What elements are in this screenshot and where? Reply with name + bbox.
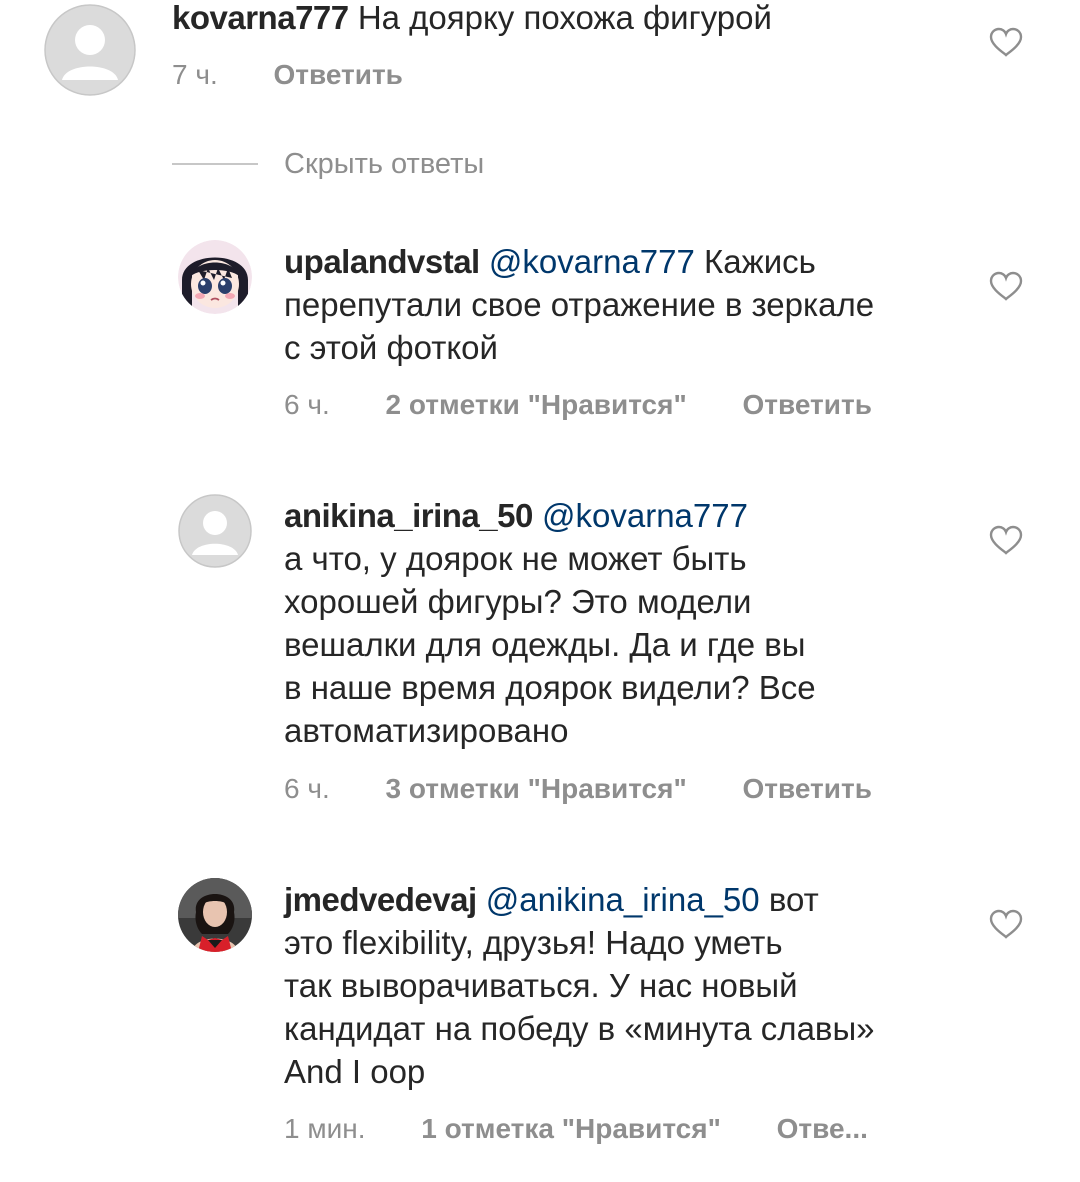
avatar[interactable] [178,878,252,952]
comments-thread: kovarna777 На доярку похожа фигурой 7 ч.… [0,0,1080,1182]
comment-text: так выворачиваться. У нас новый [284,967,798,1004]
username[interactable]: anikina_irina_50 [284,497,533,534]
comment-text: Кажись [704,243,816,280]
avatar[interactable] [178,494,252,568]
comment-text: перепутали свое отражение в зеркале [284,286,875,323]
comment-body: jmedvedevaj @anikina_irina_50 вот это fl… [284,878,875,1093]
comment-text: And I oop [284,1053,426,1090]
comment-meta: 1 мин. 1 отметка "Нравится" Отве... [284,1112,868,1146]
comment-text: автоматизировано [284,712,569,749]
heart-icon [989,909,1023,939]
comment-text: кандидат на победу в «минута славы» [284,1010,875,1047]
comment-text: вот [768,881,819,918]
avatar[interactable] [178,240,252,314]
timestamp: 7 ч. [172,59,218,90]
likes-count[interactable]: 1 отметка "Нравится" [421,1112,721,1146]
reply-button[interactable]: Ответить [743,772,872,806]
comment-body: anikina_irina_50 @kovarna777 а что, у до… [284,494,816,752]
avatar[interactable] [44,4,136,96]
reply-button[interactable]: Ответить [274,58,403,92]
like-button[interactable] [989,909,1023,939]
timestamp: 6 ч. [284,773,330,804]
default-avatar-icon [178,494,252,568]
like-button[interactable] [989,27,1023,57]
username[interactable]: upalandvstal [284,243,480,280]
comment-text: это flexibility, друзья! Надо уметь [284,924,783,961]
heart-icon [989,271,1023,301]
comment-text: На доярку похожа фигурой [357,0,772,36]
comment-text: с этой фоткой [284,329,498,366]
comment-meta: 7 ч. Ответить [172,58,403,92]
hide-replies-label[interactable]: Скрыть ответы [284,146,484,182]
timestamp: 1 мин. [284,1113,366,1144]
default-avatar-icon [44,4,136,96]
comment-body: upalandvstal @kovarna777 Кажись перепута… [284,240,874,369]
username[interactable]: jmedvedevaj [284,881,477,918]
like-button[interactable] [989,525,1023,555]
comment-body: kovarna777 На доярку похожа фигурой [172,0,772,39]
heart-icon [989,27,1023,57]
comment-text: а что, у доярок не может быть [284,540,747,577]
heart-icon [989,525,1023,555]
timestamp: 6 ч. [284,389,330,420]
reply-button[interactable]: Отве... [777,1112,868,1146]
anime-girl-avatar-icon [178,240,252,314]
likes-count[interactable]: 2 отметки "Нравится" [386,388,687,422]
photo-avatar-icon [178,878,252,952]
mention-link[interactable]: @kovarna777 [489,243,695,280]
comment-meta: 6 ч. 3 отметки "Нравится" Ответить [284,772,872,806]
username[interactable]: kovarna777 [172,0,349,36]
comment-meta: 6 ч. 2 отметки "Нравится" Ответить [284,388,872,422]
mention-link[interactable]: @kovarna777 [542,497,748,534]
comment-text: в наше время доярок видели? Все [284,669,816,706]
mention-link[interactable]: @anikina_irina_50 [486,881,760,918]
divider-line [172,163,258,165]
likes-count[interactable]: 3 отметки "Нравится" [386,772,687,806]
reply-button[interactable]: Ответить [743,388,872,422]
comment-text: хорошей фигуры? Это модели [284,583,752,620]
like-button[interactable] [989,271,1023,301]
comment-text: вешалки для одежды. Да и где вы [284,626,806,663]
